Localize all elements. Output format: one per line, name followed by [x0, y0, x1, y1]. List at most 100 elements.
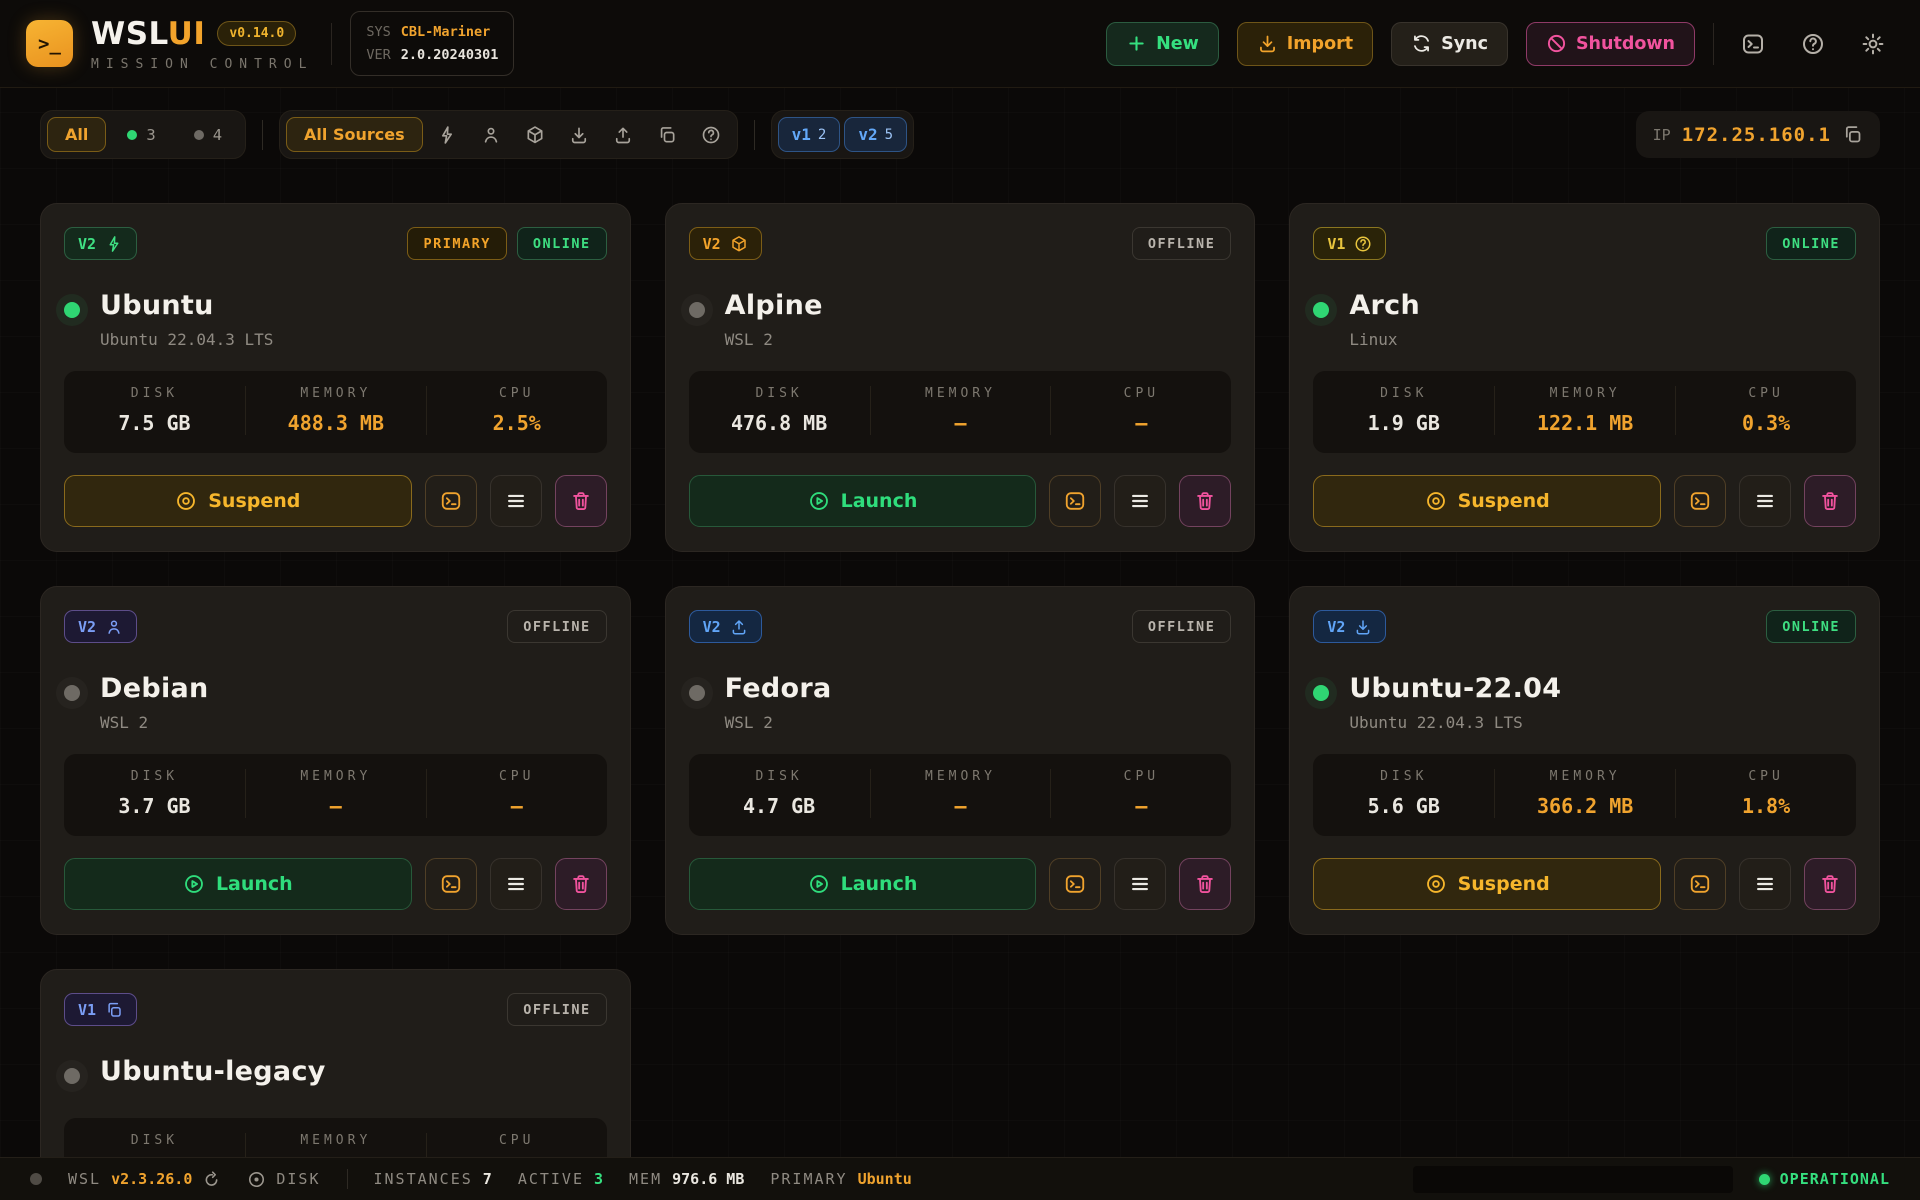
instance-stats: DISK 476.8 MB MEMORY – CPU –	[689, 371, 1232, 453]
primary-action-button[interactable]: Suspend	[1313, 475, 1661, 527]
instance-actions: Suspend	[1313, 475, 1856, 527]
source-filter-download-icon[interactable]	[559, 117, 599, 152]
suspend-icon	[1425, 490, 1447, 512]
help-button[interactable]	[1792, 23, 1834, 65]
source-filter-upload-icon[interactable]	[603, 117, 643, 152]
ip-label: IP	[1653, 126, 1671, 144]
help-icon	[1801, 32, 1825, 56]
delete-instance-button[interactable]	[1179, 475, 1231, 527]
disk-label: DISK	[1313, 386, 1494, 401]
instance-card: V1 ONLINE Arch Linux DISK 1.9 GB MEMORY …	[1289, 203, 1880, 552]
memory-label: MEMORY	[246, 769, 426, 784]
instance-distro: WSL 2	[100, 713, 209, 732]
cpu-value: –	[1051, 794, 1231, 818]
instance-status-dot	[689, 302, 705, 318]
instance-actions: Suspend	[64, 475, 607, 527]
primary-action-button[interactable]: Launch	[689, 475, 1037, 527]
settings-button[interactable]	[1852, 23, 1894, 65]
status-badge: OFFLINE	[1132, 610, 1231, 643]
import-button[interactable]: Import	[1237, 22, 1373, 66]
suspend-icon	[175, 490, 197, 512]
app-logo: >_	[26, 20, 73, 67]
disk-label: DISK	[689, 386, 870, 401]
offline-dot	[194, 130, 204, 140]
instance-status-dot	[64, 1068, 80, 1084]
open-terminal-button[interactable]	[425, 858, 477, 910]
global-terminal-button[interactable]	[1732, 23, 1774, 65]
delete-instance-button[interactable]	[1804, 858, 1856, 910]
cpu-value: –	[427, 794, 607, 818]
delete-instance-button[interactable]	[555, 475, 607, 527]
filter-v1[interactable]: v12	[778, 117, 841, 152]
version-badge-icon	[1354, 618, 1372, 636]
wsl-version-badge: V1	[1313, 227, 1386, 260]
memory-value: –	[871, 411, 1051, 435]
new-instance-button[interactable]: New	[1106, 22, 1219, 66]
memory-value: –	[871, 794, 1051, 818]
terminal-prompt-glyph: >_	[38, 33, 61, 55]
version-badge-icon	[105, 235, 123, 253]
instance-name: Ubuntu	[100, 290, 273, 321]
filter-offline[interactable]: 4	[177, 117, 239, 152]
source-filter-bolt-icon[interactable]	[427, 117, 467, 152]
primary-label: PRIMARY	[770, 1170, 847, 1188]
filter-v2[interactable]: v25	[844, 117, 907, 152]
primary-action-button[interactable]: Launch	[689, 858, 1037, 910]
shutdown-button[interactable]: Shutdown	[1526, 22, 1695, 66]
refresh-icon[interactable]	[202, 1170, 221, 1189]
cpu-label: CPU	[1051, 769, 1231, 784]
primary-action-button[interactable]: Suspend	[1313, 858, 1661, 910]
status-badge: OFFLINE	[507, 610, 606, 643]
delete-instance-button[interactable]	[1804, 475, 1856, 527]
version-badge-icon	[1354, 235, 1372, 253]
terminal-icon	[440, 490, 462, 512]
disk-label: DISK	[64, 769, 245, 784]
source-filter-copy-icon[interactable]	[647, 117, 687, 152]
trash-icon	[1819, 490, 1841, 512]
open-terminal-button[interactable]	[1049, 475, 1101, 527]
filter-all[interactable]: All	[47, 117, 106, 152]
menu-icon	[505, 873, 527, 895]
filter-all-sources[interactable]: All Sources	[286, 117, 423, 152]
primary-action-button[interactable]: Suspend	[64, 475, 412, 527]
trash-icon	[1194, 873, 1216, 895]
instance-actions: Launch	[64, 858, 607, 910]
state-filter-group: All 3 4	[40, 110, 246, 159]
instance-stats: DISK 5.6 GB MEMORY 366.2 MB CPU 1.8%	[1313, 754, 1856, 836]
instances-label: INSTANCES	[374, 1170, 473, 1188]
sync-icon	[1411, 33, 1432, 54]
primary-action-button[interactable]: Launch	[64, 858, 412, 910]
memory-label: MEMORY	[246, 386, 426, 401]
primary-value: Ubuntu	[858, 1170, 912, 1188]
instance-menu-button[interactable]	[490, 858, 542, 910]
version-badge-icon	[105, 618, 123, 636]
source-filter-help-icon[interactable]	[691, 117, 731, 152]
memory-label: MEMORY	[871, 386, 1051, 401]
instance-menu-button[interactable]	[490, 475, 542, 527]
filter-online[interactable]: 3	[110, 117, 172, 152]
ver-value: 2.0.20240301	[401, 47, 499, 63]
instance-name: Debian	[100, 673, 209, 704]
instance-menu-button[interactable]	[1114, 475, 1166, 527]
source-filter-cube-icon[interactable]	[515, 117, 555, 152]
instance-status-dot	[689, 685, 705, 701]
instance-menu-button[interactable]	[1739, 475, 1791, 527]
delete-instance-button[interactable]	[555, 858, 607, 910]
cpu-value: 0.3%	[1676, 411, 1856, 435]
instance-distro: WSL 2	[725, 713, 832, 732]
status-badge: ONLINE	[1766, 227, 1856, 260]
copy-icon[interactable]	[1842, 124, 1863, 145]
terminal-icon	[440, 873, 462, 895]
open-terminal-button[interactable]	[1674, 858, 1726, 910]
instance-stats: DISK 1.9 GB MEMORY 122.1 MB CPU 0.3%	[1313, 371, 1856, 453]
instance-menu-button[interactable]	[1739, 858, 1791, 910]
open-terminal-button[interactable]	[1049, 858, 1101, 910]
sync-button[interactable]: Sync	[1391, 22, 1508, 66]
open-terminal-button[interactable]	[1674, 475, 1726, 527]
disk-value: 7.5 GB	[64, 411, 245, 435]
source-filter-person-icon[interactable]	[471, 117, 511, 152]
primary-badge: PRIMARY	[407, 227, 506, 260]
delete-instance-button[interactable]	[1179, 858, 1231, 910]
instance-menu-button[interactable]	[1114, 858, 1166, 910]
open-terminal-button[interactable]	[425, 475, 477, 527]
